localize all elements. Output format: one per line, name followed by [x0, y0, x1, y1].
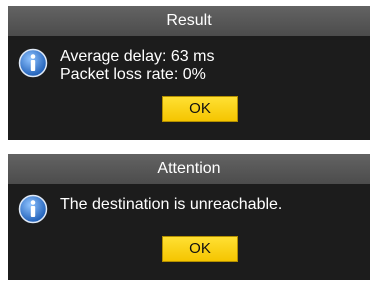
result-message: Average delay: 63 ms Packet loss rate: 0… [60, 48, 214, 84]
info-icon [18, 48, 48, 78]
result-dialog: Result Average delay: 63 ms Packet loss … [8, 6, 370, 140]
result-ok-button[interactable]: OK [162, 96, 238, 122]
attention-ok-button[interactable]: OK [162, 236, 238, 262]
attention-dialog-title: Attention [8, 154, 370, 184]
packet-loss-text: Packet loss rate: 0% [60, 66, 206, 83]
attention-dialog: Attention The destination is unreachable… [8, 154, 370, 280]
attention-message: The destination is unreachable. [60, 196, 283, 213]
info-icon [18, 194, 48, 224]
attention-dialog-body: The destination is unreachable. OK [8, 184, 370, 280]
result-dialog-body: Average delay: 63 ms Packet loss rate: 0… [8, 36, 370, 140]
result-dialog-title: Result [8, 6, 370, 36]
average-delay-text: Average delay: 63 ms [60, 48, 215, 65]
